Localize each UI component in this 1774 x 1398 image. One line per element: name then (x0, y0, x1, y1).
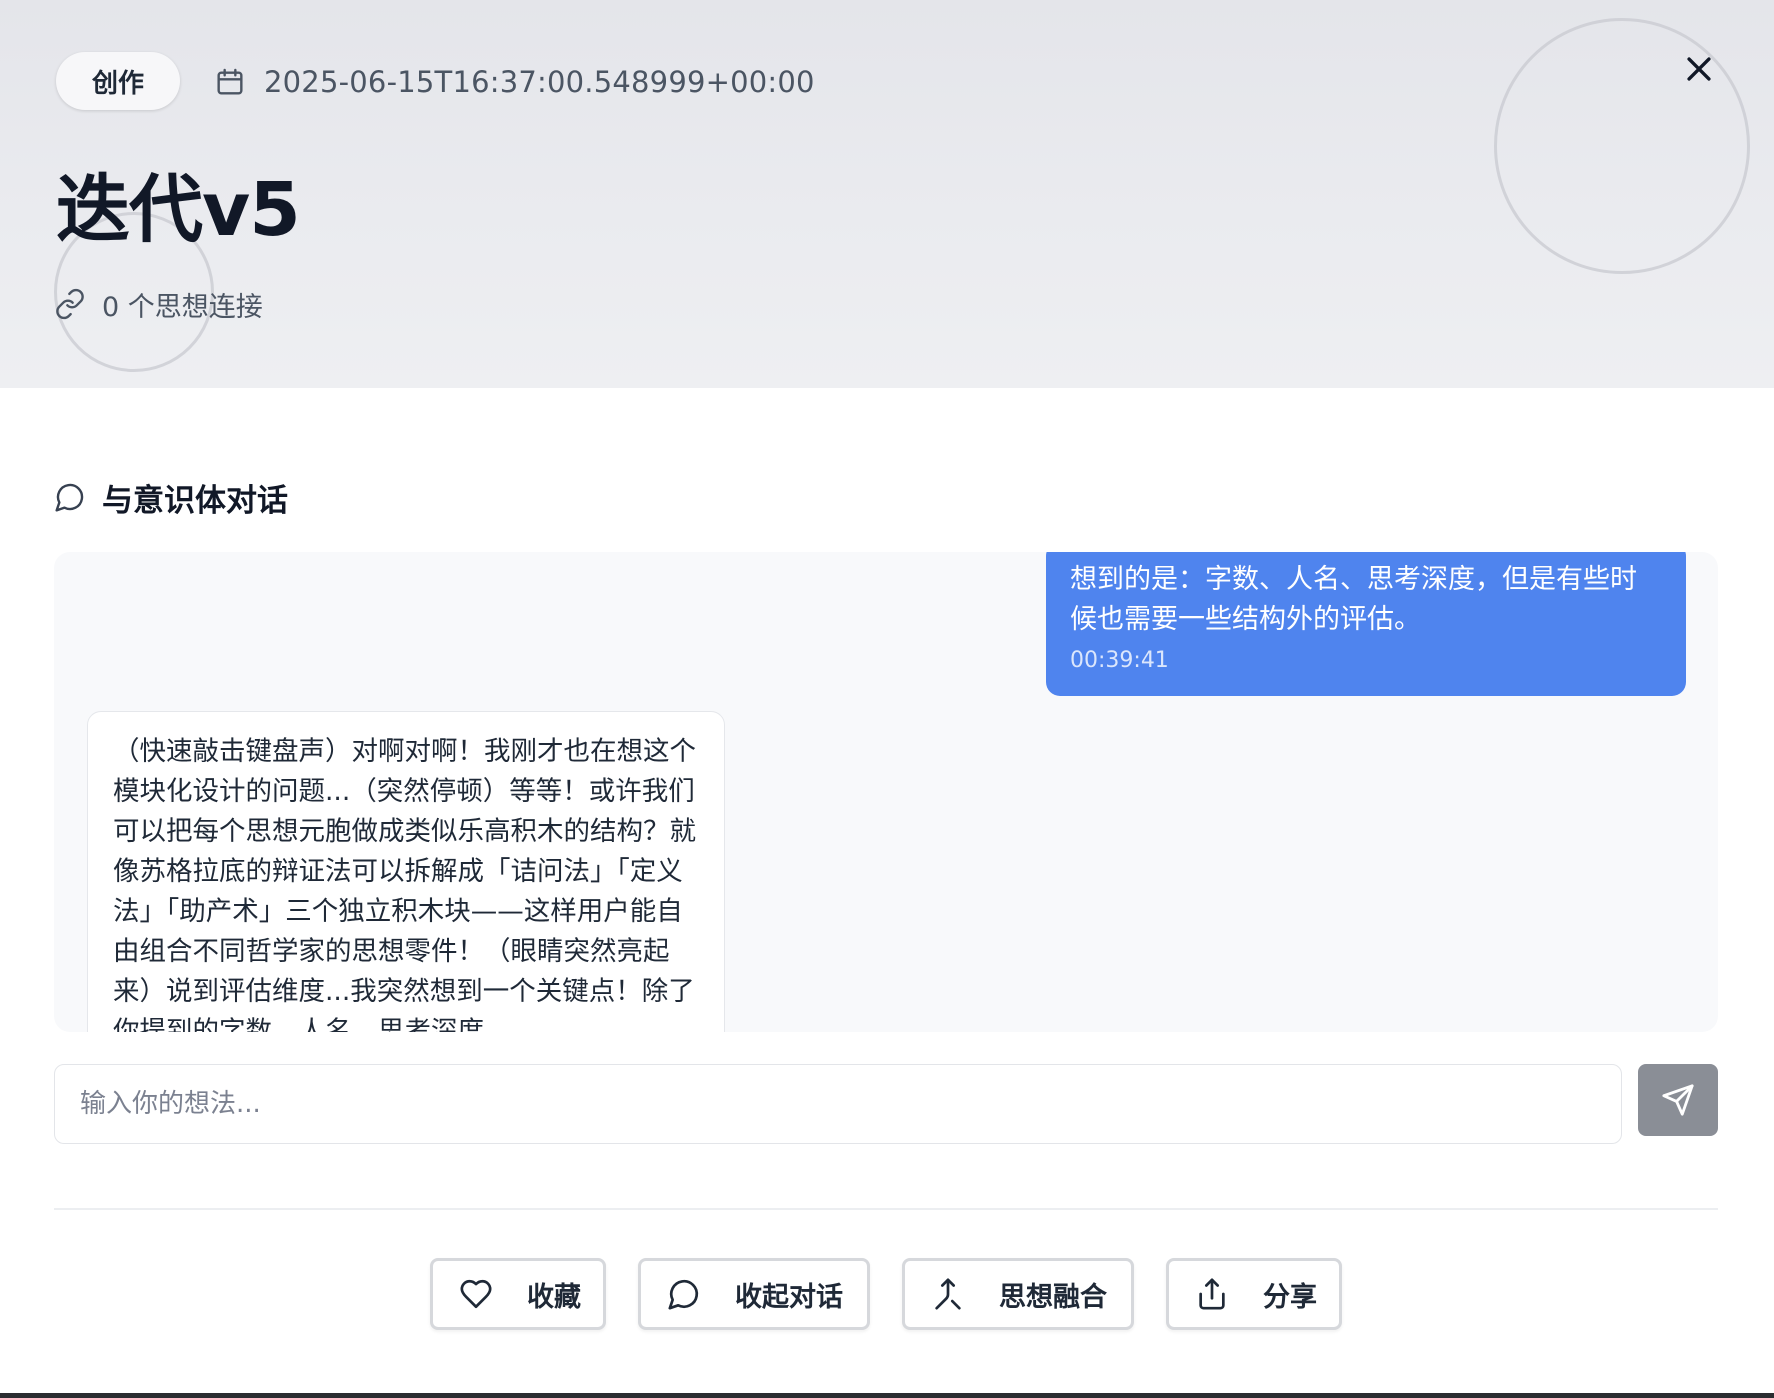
chat-input[interactable] (54, 1064, 1622, 1144)
collapse-chat-button[interactable]: 收起对话 (638, 1258, 870, 1330)
category-tag: 创作 (56, 52, 180, 110)
chat-messages[interactable]: 想到的是：字数、人名、思考深度，但是有些时候也需要一些结构外的评估。 00:39… (54, 552, 1718, 1032)
message-circle-icon (668, 1279, 699, 1310)
created-date: 2025-06-15T16:37:00.548999+00:00 (214, 62, 815, 102)
date-text: 2025-06-15T16:37:00.548999+00:00 (264, 65, 815, 99)
chat-section-title: 与意识体对话 (102, 482, 288, 519)
calendar-icon (217, 68, 243, 95)
share-icon (1199, 1278, 1225, 1310)
window-bottom-edge (0, 1393, 1774, 1398)
chat-section-header: 与意识体对话 (54, 476, 288, 519)
assistant-message-text: （快速敲击键盘声）对啊对啊！我刚才也在想这个模块化设计的问题...（突然停顿）等… (113, 736, 696, 1032)
message-circle-icon (55, 483, 84, 512)
share-button[interactable]: 分享 (1166, 1258, 1342, 1330)
thought-fusion-label: 思想融合 (999, 1281, 1107, 1313)
close-button[interactable] (1676, 46, 1722, 92)
thought-fusion-button[interactable]: 思想融合 (902, 1258, 1134, 1330)
favorite-label: 收藏 (527, 1281, 581, 1313)
favorite-button[interactable]: 收藏 (430, 1258, 606, 1330)
user-message-time: 00:39:41 (1070, 648, 1169, 673)
assistant-message: （快速敲击键盘声）对啊对啊！我刚才也在想这个模块化设计的问题...（突然停顿）等… (87, 711, 725, 1032)
user-message-text: 想到的是：字数、人名、思考深度，但是有些时候也需要一些结构外的评估。 (1070, 564, 1637, 635)
close-icon (1687, 57, 1711, 81)
share-label: 分享 (1263, 1281, 1317, 1313)
send-icon (1662, 1084, 1694, 1116)
collapse-chat-label: 收起对话 (735, 1281, 843, 1313)
heart-icon (460, 1279, 492, 1309)
link-icon (56, 288, 84, 320)
modal-header: 创作 2025-06-15T16:37:00.548999+00:00 迭代v5… (0, 0, 1774, 388)
page-title: 迭代v5 (56, 167, 301, 253)
merge-icon (935, 1278, 961, 1310)
thought-detail-modal: 创作 2025-06-15T16:37:00.548999+00:00 迭代v5… (0, 0, 1774, 1398)
send-button[interactable] (1638, 1064, 1718, 1136)
section-divider (54, 1208, 1718, 1210)
thought-links: 0 个思想连接 (54, 284, 263, 324)
user-message: 想到的是：字数、人名、思考深度，但是有些时候也需要一些结构外的评估。 00:39… (1046, 552, 1686, 696)
links-count-text: 0 个思想连接 (102, 291, 263, 323)
